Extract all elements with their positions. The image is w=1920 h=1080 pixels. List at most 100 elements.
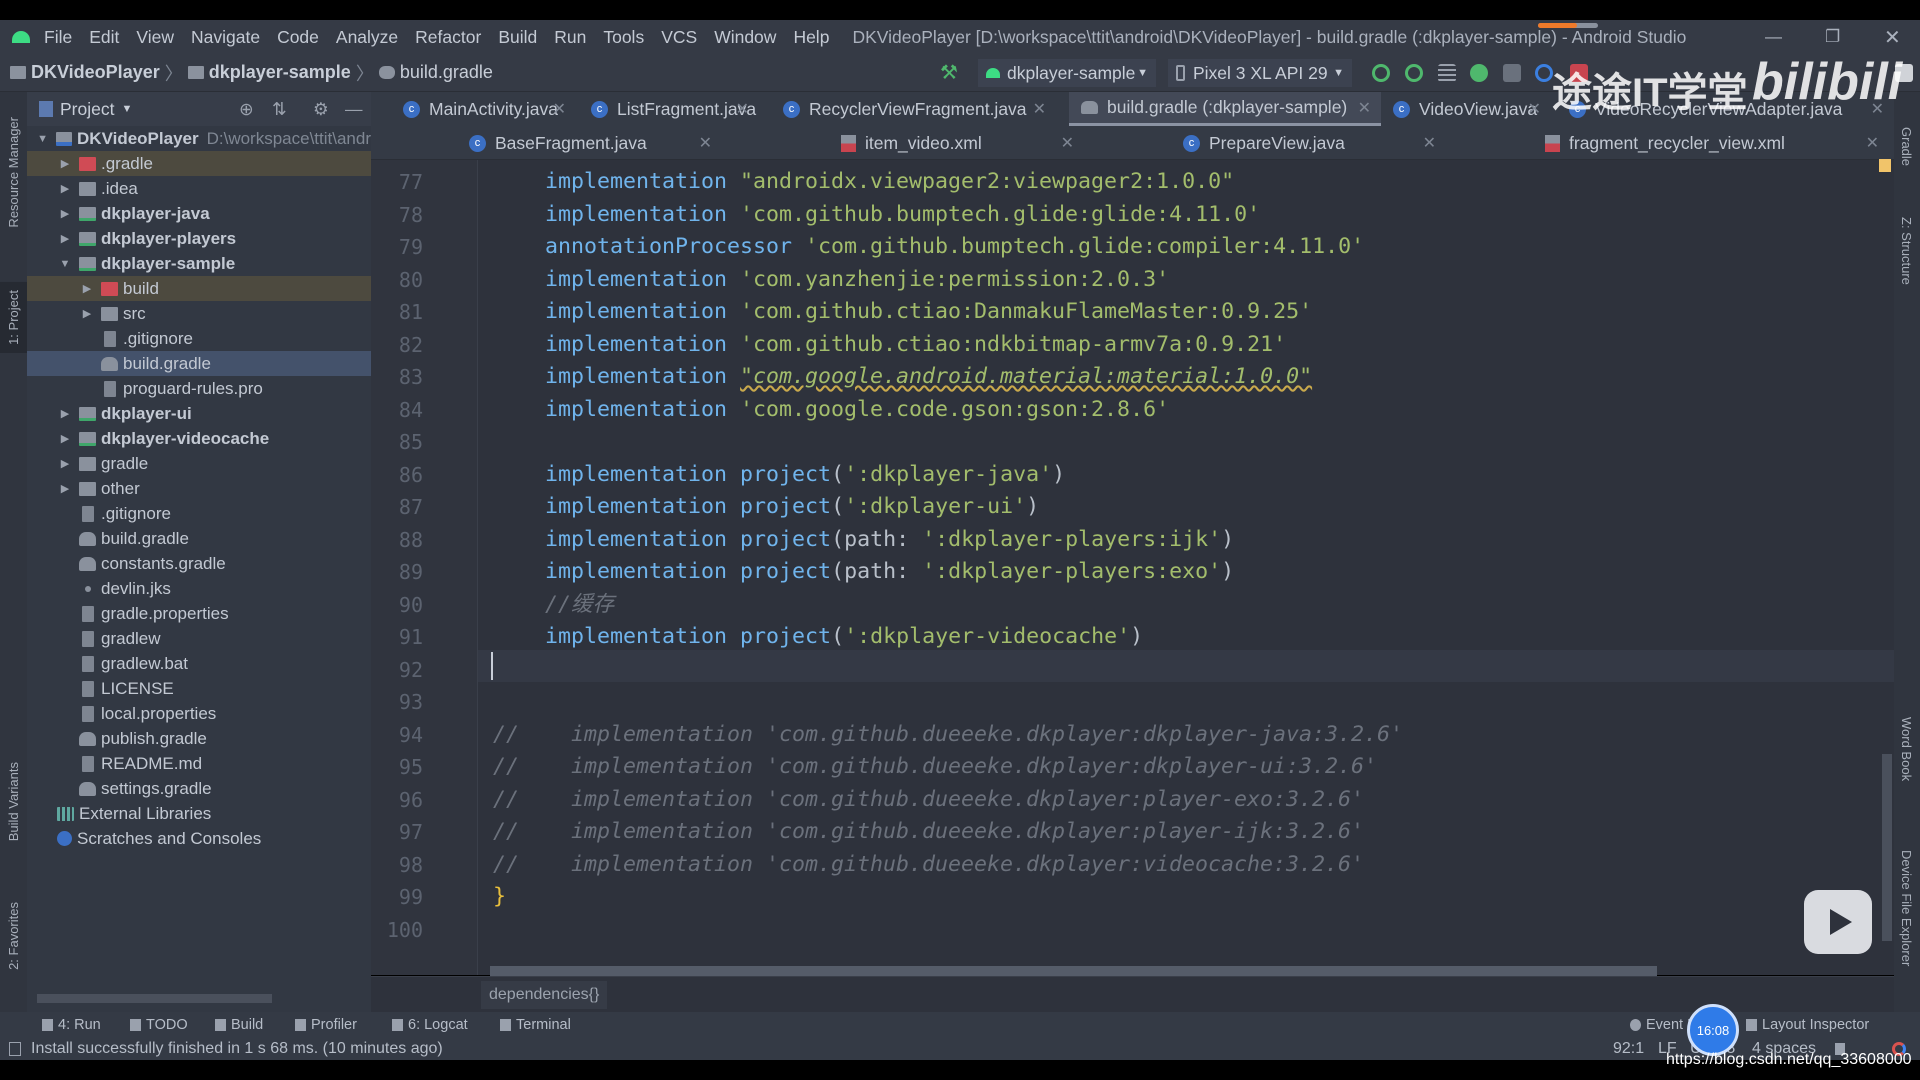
menu-vcs[interactable]: VCS: [661, 27, 697, 48]
tree-item[interactable]: README.md: [27, 751, 371, 776]
project-tool-tab[interactable]: 1: Project: [0, 282, 27, 353]
close-tab-icon[interactable]: ✕: [1358, 98, 1371, 118]
layout-inspector-button[interactable]: Layout Inspector: [1746, 1017, 1869, 1033]
tree-item[interactable]: gradle.properties: [27, 601, 371, 626]
tree-item[interactable]: ▶ dkplayer-videocache: [27, 426, 371, 451]
logcat-tool-button[interactable]: 6: Logcat: [392, 1017, 468, 1033]
close-tab-icon[interactable]: ✕: [1528, 99, 1541, 119]
tree-item[interactable]: ▶ src: [27, 301, 371, 326]
profile-icon[interactable]: [1535, 64, 1553, 82]
menu-analyze[interactable]: Analyze: [336, 27, 398, 48]
gear-icon[interactable]: ⚙: [313, 99, 329, 120]
menu-file[interactable]: File: [44, 27, 72, 48]
menu-edit[interactable]: Edit: [89, 27, 119, 48]
breadcrumb-project[interactable]: DKVideoPlayer: [31, 62, 160, 83]
tree-item[interactable]: local.properties: [27, 701, 371, 726]
tree-item[interactable]: ▶ dkplayer-players: [27, 226, 371, 251]
close-tab-icon[interactable]: ✕: [1033, 99, 1046, 119]
tree-root[interactable]: ▼ DKVideoPlayer D:\workspace\ttit\andr: [27, 126, 371, 151]
hammer-build-icon[interactable]: ⚒: [940, 60, 958, 84]
close-tab-icon[interactable]: ✕: [1866, 133, 1879, 153]
breadcrumb-file[interactable]: build.gradle: [400, 62, 493, 83]
code-line[interactable]: implementation 'com.github.ctiao:ndkbitm…: [493, 329, 1286, 361]
close-tab-icon[interactable]: ✕: [1423, 133, 1436, 153]
menu-code[interactable]: Code: [277, 27, 319, 48]
close-tab-icon[interactable]: ✕: [699, 133, 712, 153]
code-line[interactable]: implementation project(':dkplayer-videoc…: [493, 621, 1143, 653]
code-line[interactable]: implementation 'com.github.ctiao:Danmaku…: [493, 296, 1312, 328]
code-line[interactable]: implementation 'com.yanzhenjie:permissio…: [493, 264, 1169, 296]
tree-item[interactable]: gradlew.bat: [27, 651, 371, 676]
editor-tab[interactable]: build.gradle (:dkplayer-sample) ✕: [1069, 92, 1381, 126]
project-view-selector[interactable]: Project: [60, 99, 114, 120]
chevron-down-icon[interactable]: ▼: [37, 133, 48, 145]
code-line[interactable]: implementation project(path: ':dkplayer-…: [493, 524, 1234, 556]
sync-icon[interactable]: [1438, 64, 1456, 82]
close-tab-icon[interactable]: ✕: [1061, 133, 1074, 153]
code-line[interactable]: implementation "com.google.android.mater…: [493, 361, 1312, 393]
menu-build[interactable]: Build: [498, 27, 537, 48]
code-line[interactable]: // implementation 'com.github.dueeeke.dk…: [493, 719, 1403, 751]
tree-item[interactable]: LICENSE: [27, 676, 371, 701]
chevron-down-icon[interactable]: ▼: [121, 103, 132, 115]
tree-item[interactable]: gradlew: [27, 626, 371, 651]
apply-code-changes-icon[interactable]: [1405, 64, 1423, 82]
editor-tab[interactable]: item_video.xml ✕: [829, 126, 1084, 160]
resource-manager-tab[interactable]: Resource Manager: [6, 117, 21, 228]
tree-item[interactable]: constants.gradle: [27, 551, 371, 576]
minimize-button[interactable]: —: [1765, 27, 1782, 47]
hide-panel-icon[interactable]: —: [345, 99, 363, 120]
editor-tab[interactable]: c RecyclerViewFragment.java ✕: [771, 92, 1056, 126]
menu-window[interactable]: Window: [714, 27, 776, 48]
breadcrumb-module[interactable]: dkplayer-sample: [209, 62, 351, 83]
tree-item[interactable]: proguard-rules.pro: [27, 376, 371, 401]
chevron-right-icon[interactable]: ▶: [59, 407, 71, 420]
code-line[interactable]: implementation project(':dkplayer-java'): [493, 459, 1065, 491]
tree-item[interactable]: publish.gradle: [27, 726, 371, 751]
caret-position[interactable]: 92:1: [1613, 1040, 1644, 1058]
code-line[interactable]: implementation project(path: ':dkplayer-…: [493, 556, 1234, 588]
maximize-button[interactable]: ❐: [1825, 27, 1840, 47]
profiler-tool-button[interactable]: Profiler: [295, 1017, 357, 1033]
tree-item[interactable]: settings.gradle: [27, 776, 371, 801]
chevron-right-icon[interactable]: ▶: [59, 207, 71, 220]
run-tool-button[interactable]: 4: Run: [42, 1017, 101, 1033]
code-line[interactable]: // implementation 'com.github.dueeeke.dk…: [493, 751, 1377, 783]
structure-tab[interactable]: Z: Structure: [1899, 217, 1914, 285]
menu-tools[interactable]: Tools: [603, 27, 644, 48]
close-tab-icon[interactable]: ✕: [553, 99, 566, 119]
tree-item[interactable]: Scratches and Consoles: [27, 826, 371, 851]
code-line[interactable]: annotationProcessor 'com.github.bumptech…: [493, 231, 1364, 263]
chevron-right-icon[interactable]: ▶: [59, 482, 71, 495]
menu-help[interactable]: Help: [793, 27, 829, 48]
code-line[interactable]: implementation project(':dkplayer-ui'): [493, 491, 1039, 523]
tree-item[interactable]: ▶ gradle: [27, 451, 371, 476]
close-window-button[interactable]: ✕: [1884, 25, 1901, 50]
code-line[interactable]: //缓存: [493, 589, 614, 621]
editor-tab[interactable]: fragment_recycler_view.xml ✕: [1533, 126, 1889, 160]
menu-view[interactable]: View: [136, 27, 174, 48]
chevron-right-icon[interactable]: ▶: [59, 182, 71, 195]
menu-refactor[interactable]: Refactor: [415, 27, 481, 48]
chevron-right-icon[interactable]: ▶: [81, 307, 93, 320]
code-line[interactable]: implementation 'com.github.bumptech.glid…: [493, 199, 1260, 231]
word-book-tab[interactable]: Word Book: [1899, 717, 1914, 781]
tree-item[interactable]: ▶ dkplayer-ui: [27, 401, 371, 426]
chevron-right-icon[interactable]: ▶: [59, 432, 71, 445]
code-line[interactable]: }: [493, 881, 506, 913]
tree-item[interactable]: build.gradle: [27, 526, 371, 551]
code-editor[interactable]: 77 78 79 80 81 82 83 84 85 86 87 88 89 90 91 92 93 94 95 96…: [371, 159, 1894, 975]
tree-item[interactable]: ▶ dkplayer-java: [27, 201, 371, 226]
run-config-dropdown[interactable]: dkplayer-sample ▼: [978, 59, 1156, 87]
tree-item[interactable]: build.gradle: [27, 351, 371, 376]
chevron-down-icon[interactable]: ▼: [59, 258, 71, 270]
tree-item[interactable]: .gitignore: [27, 326, 371, 351]
editor-vscrollbar[interactable]: [1882, 754, 1892, 941]
device-file-explorer-tab[interactable]: Device File Explorer: [1899, 850, 1914, 966]
editor-tab[interactable]: c VideoView.java ✕: [1381, 92, 1551, 126]
code-line[interactable]: implementation "androidx.viewpager2:view…: [493, 166, 1234, 198]
editor-tab[interactable]: c BaseFragment.java ✕: [457, 126, 722, 160]
chevron-right-icon[interactable]: ▶: [59, 232, 71, 245]
tree-item[interactable]: ▶ build: [27, 276, 371, 301]
apply-changes-icon[interactable]: [1372, 64, 1390, 82]
